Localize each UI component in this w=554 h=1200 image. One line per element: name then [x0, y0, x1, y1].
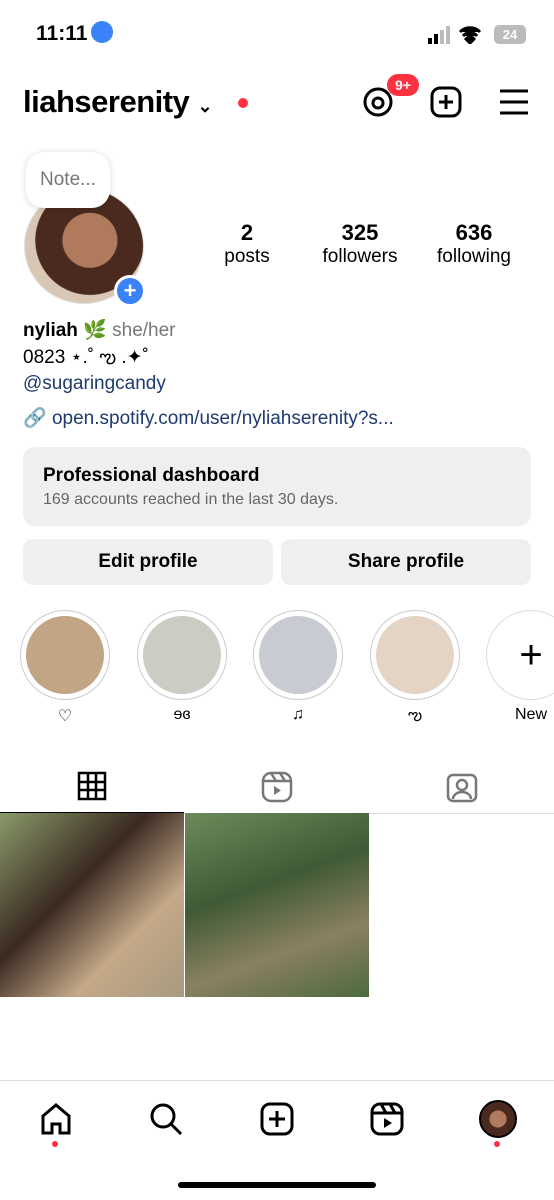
highlight[interactable]: ɘɞ: [137, 610, 227, 724]
highlight[interactable]: ♡: [20, 610, 110, 726]
search-icon: [150, 1103, 183, 1136]
external-link[interactable]: 🔗 open.spotify.com/user/nyliahserenity?s…: [23, 406, 394, 430]
link-icon: 🔗: [23, 408, 47, 429]
highlight[interactable]: ఌ: [370, 610, 460, 728]
tab-grid[interactable]: [0, 760, 184, 814]
username-switcher[interactable]: liahserenity ⌄: [23, 84, 213, 120]
signal-wifi-icon: [428, 26, 482, 44]
tab-tagged[interactable]: [370, 760, 554, 814]
bio-text: 0823 ⋆.˚ ఌ .✦˚: [23, 347, 149, 368]
home-notification-dot: [52, 1141, 58, 1147]
menu-icon[interactable]: [499, 88, 529, 116]
professional-dashboard[interactable]: Professional dashboard 169 accounts reach…: [23, 447, 531, 526]
profile-notification-dot: [494, 1141, 500, 1147]
grid-icon: [77, 771, 107, 801]
following-count[interactable]: 636 following: [424, 220, 524, 268]
share-profile-button[interactable]: Share profile: [281, 539, 531, 585]
create-icon[interactable]: [430, 86, 462, 118]
posts-count[interactable]: 2 posts: [207, 220, 287, 268]
note-bubble[interactable]: Note...: [26, 152, 110, 208]
post-thumbnail[interactable]: [185, 813, 369, 997]
notification-dot: [238, 98, 248, 108]
create-icon: [260, 1102, 294, 1136]
followers-count[interactable]: 325 followers: [310, 220, 410, 268]
reels-icon: [261, 771, 293, 803]
add-story-button[interactable]: +: [114, 275, 146, 307]
mention-link[interactable]: @sugaringcandy: [23, 373, 166, 395]
post-thumbnail[interactable]: [0, 813, 184, 997]
tagged-icon: [446, 773, 478, 803]
home-indicator: [178, 1182, 376, 1188]
nav-home[interactable]: [36, 1099, 76, 1139]
home-icon: [41, 1103, 71, 1135]
nav-create[interactable]: [257, 1099, 297, 1139]
location-icon: [91, 21, 114, 44]
highlight[interactable]: ♫: [253, 610, 343, 724]
profile-avatar-small: [479, 1100, 517, 1138]
battery-indicator: 24: [494, 25, 526, 44]
nav-reels[interactable]: [367, 1099, 407, 1139]
chevron-down-icon: ⌄: [197, 96, 213, 116]
reels-icon: [370, 1102, 404, 1136]
tab-reels[interactable]: [185, 760, 369, 814]
new-highlight-button[interactable]: + New: [486, 610, 554, 724]
status-time: 11:11: [36, 21, 114, 46]
nav-profile[interactable]: [478, 1099, 518, 1139]
edit-profile-button[interactable]: Edit profile: [23, 539, 273, 585]
nav-search[interactable]: [146, 1099, 186, 1139]
threads-badge: 9+: [387, 74, 419, 96]
profile-tabs: [0, 760, 554, 814]
profile-name-line: nyliah 🌿 she/her: [23, 320, 176, 341]
